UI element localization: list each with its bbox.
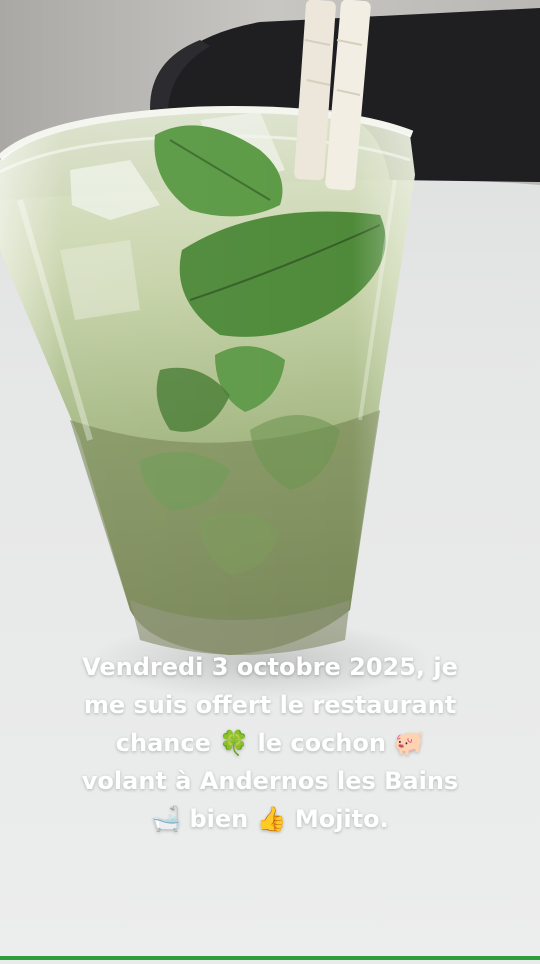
caption-line-3: chance 🍀 le cochon 🐖: [115, 729, 425, 757]
story-caption: Vendredi 3 octobre 2025, je me suis offe…: [20, 648, 520, 838]
caption-line-5: 🛁 bien 👍 Mojito.: [151, 805, 389, 833]
caption-line-2: me suis offert le restaurant: [83, 691, 457, 719]
bottom-progress-bar: [0, 956, 540, 960]
caption-line-4: volant à Andernos les Bains: [81, 767, 459, 795]
caption-line-1: Vendredi 3 octobre 2025, je: [82, 653, 458, 681]
